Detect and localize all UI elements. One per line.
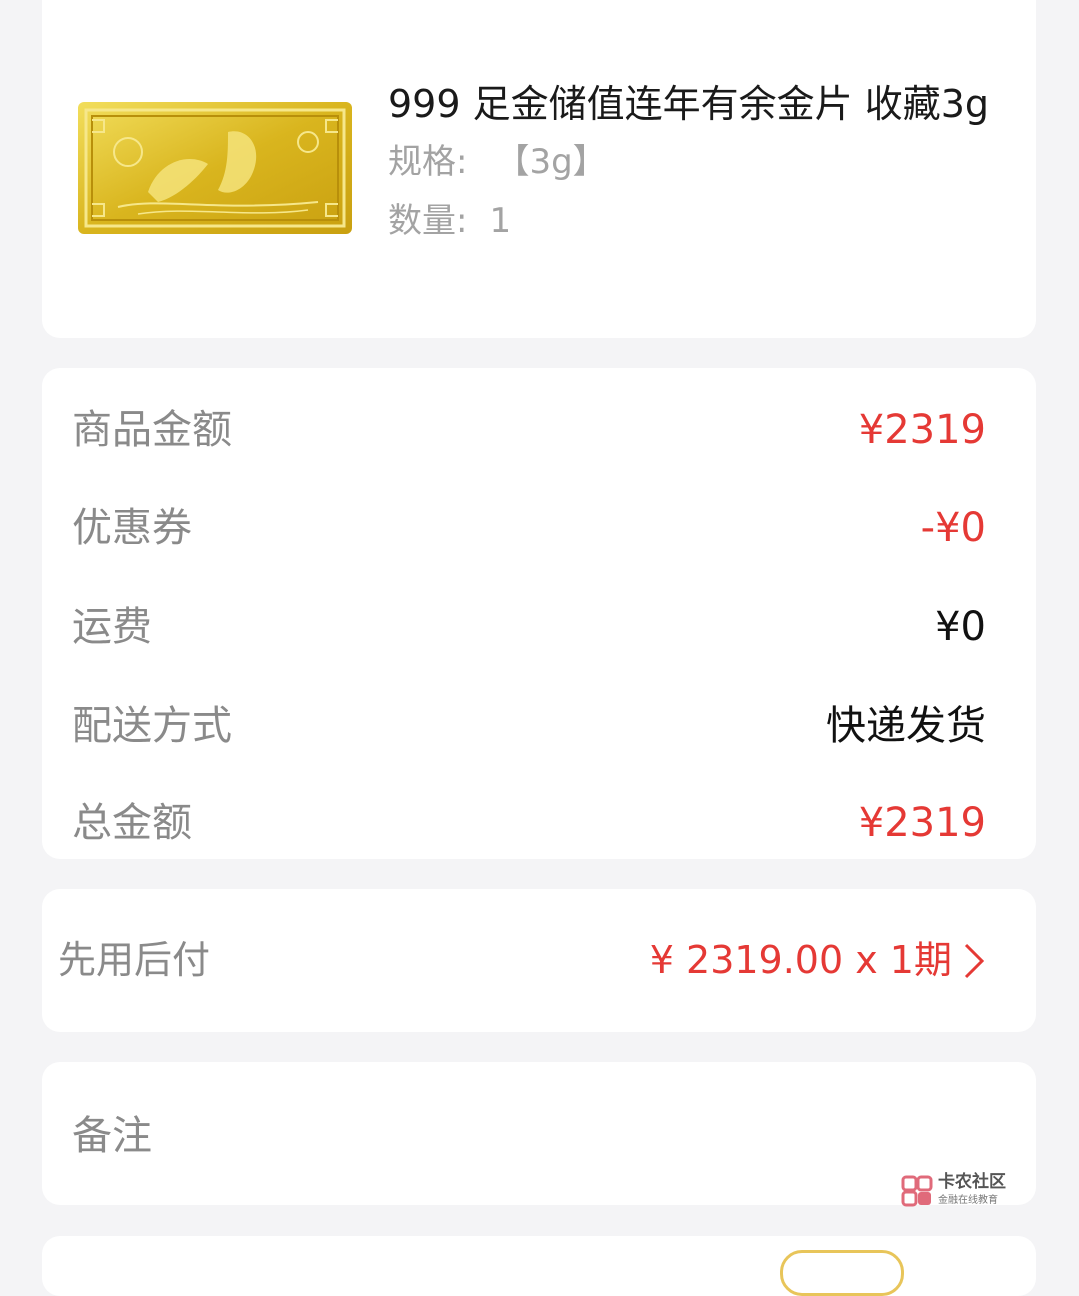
goods-amount-label: 商品金额: [72, 407, 232, 453]
price-summary-card: 商品金额 ¥2319 优惠券 -¥0 运费 ¥0 配送方式 快递发货 总金额 ¥…: [42, 368, 1036, 859]
product-card: 999 足金储值连年有余金片 收藏3g 规格: 【3g】 数量: 1: [42, 0, 1036, 338]
remark-label: 备注: [72, 1113, 152, 1159]
installment-value: ¥ 2319.00 x 1期: [649, 938, 952, 982]
watermark-logo-icon: [900, 1174, 934, 1208]
product-quantity: 数量: 1: [388, 204, 511, 238]
watermark-title: 卡农社区: [938, 1172, 1006, 1192]
quantity-value: 1: [489, 201, 512, 241]
partial-button[interactable]: [780, 1250, 904, 1296]
shipping-fee-value: ¥0: [935, 604, 986, 650]
pay-later-option[interactable]: 先用后付 ¥ 2319.00 x 1期: [42, 889, 1036, 1032]
shipping-fee-row: 运费 ¥0: [72, 597, 986, 657]
remark-field[interactable]: 备注: [42, 1062, 1036, 1205]
delivery-method-row[interactable]: 配送方式 快递发货: [72, 696, 986, 756]
chevron-right-icon: [960, 941, 988, 981]
spec-value: 【3g】: [495, 142, 607, 182]
coupon-row[interactable]: 优惠券 -¥0: [72, 498, 986, 558]
gold-bar-image: [78, 102, 352, 234]
coupon-label: 优惠券: [72, 505, 192, 551]
next-card: [42, 1236, 1036, 1296]
total-amount-row: 总金额 ¥2319: [72, 793, 986, 853]
quantity-label: 数量:: [388, 201, 468, 241]
pay-later-label: 先用后付: [58, 938, 211, 982]
coupon-value: -¥0: [920, 505, 986, 551]
delivery-method-value: 快递发货: [826, 703, 986, 749]
shipping-fee-label: 运费: [72, 604, 152, 650]
product-spec: 规格: 【3g】: [388, 145, 607, 179]
goods-amount-value: ¥2319: [858, 407, 986, 453]
product-title: 999 足金储值连年有余金片 收藏3g: [388, 82, 989, 126]
total-amount-label: 总金额: [72, 800, 192, 846]
delivery-method-label: 配送方式: [72, 703, 232, 749]
total-amount-value: ¥2319: [858, 800, 986, 846]
watermark-subtitle: 金融在线教育: [938, 1195, 998, 1206]
watermark: 卡农社区 金融在线教育: [900, 1172, 1030, 1212]
spec-label: 规格:: [388, 142, 468, 182]
goods-amount-row: 商品金额 ¥2319: [72, 400, 986, 460]
